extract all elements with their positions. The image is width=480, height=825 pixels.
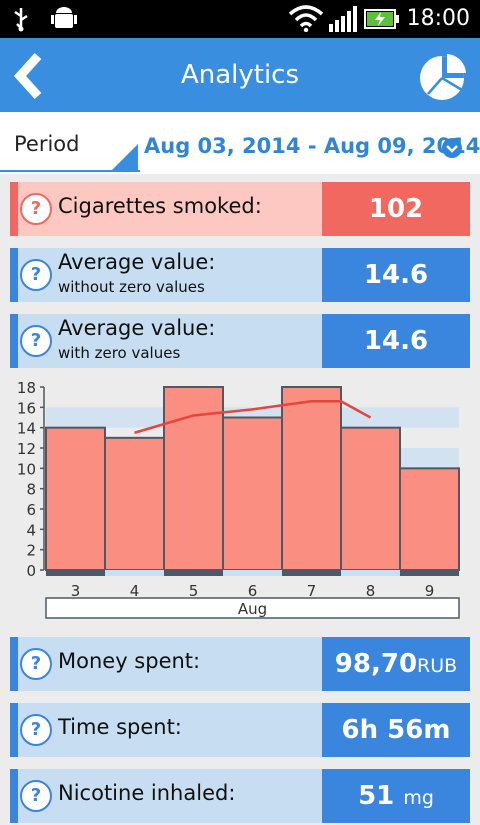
stat-cigarettes-smoked: ? Cigarettes smoked: 102 — [10, 182, 470, 236]
period-date-range[interactable]: Aug 03, 2014 - Aug 09, 2014 — [144, 134, 480, 158]
stat-sublabel: without zero values — [58, 278, 205, 296]
help-icon[interactable]: ? — [20, 648, 52, 680]
clock: 18:00 — [406, 6, 470, 31]
bar — [222, 416, 283, 571]
period-spinner-indicator[interactable] — [112, 144, 138, 170]
stat-accent — [10, 703, 18, 757]
signal-icon — [329, 6, 357, 32]
y-tick-label: 12 — [17, 440, 36, 458]
period-underline — [0, 170, 140, 172]
bar — [281, 386, 342, 571]
y-tick-label: 2 — [26, 542, 36, 560]
page-title: Analytics — [180, 60, 300, 90]
pie-chart-button[interactable] — [418, 50, 470, 102]
x-axis-strip — [105, 570, 164, 576]
usb-icon — [14, 8, 28, 32]
stat-accent — [10, 637, 18, 691]
cigarettes-bar-chart: 0246810121416183 4 5 6 7 8 9Aug — [17, 379, 460, 619]
stat-value-number: 98,70 — [334, 649, 418, 679]
y-tick-label: 8 — [26, 481, 36, 499]
stat-value-unit: mg — [403, 787, 434, 809]
help-icon[interactable]: ? — [20, 325, 52, 357]
app-bar: Analytics — [0, 38, 480, 112]
y-tick-label: 4 — [26, 521, 36, 539]
x-axis-strip — [282, 570, 341, 576]
stat-value: 98,70RUB — [322, 637, 470, 691]
stat-value: 14.6 — [322, 248, 470, 302]
stat-accent — [10, 314, 18, 368]
chevron-down-icon[interactable] — [442, 138, 462, 158]
y-tick-label: 18 — [17, 379, 36, 397]
x-axis-strip — [341, 570, 400, 576]
stat-label: Money spent: — [58, 649, 201, 673]
y-tick-label: 0 — [26, 562, 36, 580]
x-axis-strip — [46, 570, 105, 576]
bar — [399, 467, 460, 571]
period-row: Period Aug 03, 2014 - Aug 09, 2014 — [0, 112, 480, 174]
pie-chart-icon — [420, 54, 466, 100]
help-icon[interactable]: ? — [20, 193, 52, 225]
stat-accent — [10, 182, 18, 236]
y-tick-label: 16 — [17, 399, 36, 417]
android-debug-icon — [51, 7, 77, 28]
stat-accent — [10, 769, 18, 823]
stat-time-spent: ? Time spent: 6h 56m — [10, 703, 470, 757]
y-tick-label: 6 — [26, 501, 36, 519]
help-icon[interactable]: ? — [20, 259, 52, 291]
battery-charging-icon — [364, 9, 399, 29]
stat-label: Time spent: — [58, 715, 182, 739]
stat-value-number: 51 — [358, 781, 395, 811]
period-label: Period — [14, 132, 80, 156]
stat-average-without-zero: ? Average value: without zero values 14.… — [10, 248, 470, 302]
x-axis-label: Aug — [238, 600, 267, 618]
stat-value-unit: RUB — [417, 655, 458, 677]
stat-label: Nicotine inhaled: — [58, 781, 236, 805]
stat-label: Average value: — [58, 250, 216, 274]
help-icon[interactable]: ? — [20, 780, 52, 812]
stat-accent — [10, 248, 18, 302]
stat-average-with-zero: ? Average value: with zero values 14.6 — [10, 314, 470, 368]
stat-value: 102 — [322, 182, 470, 236]
stat-money-spent: ? Money spent: 98,70RUB — [10, 637, 470, 691]
y-tick-label: 14 — [17, 420, 36, 438]
x-axis-strip — [164, 570, 223, 576]
y-tick-label: 10 — [17, 460, 36, 478]
bar — [340, 426, 401, 571]
stat-value: 51 mg — [322, 769, 470, 823]
stat-value: 6h 56m — [322, 703, 470, 757]
x-axis-strip — [400, 570, 459, 576]
wifi-icon — [288, 5, 324, 32]
bar — [104, 436, 165, 572]
help-icon[interactable]: ? — [20, 714, 52, 746]
bar — [45, 426, 106, 571]
stat-label: Cigarettes smoked: — [58, 194, 262, 218]
stat-sublabel: with zero values — [58, 344, 181, 362]
status-bar: 18:00 — [0, 0, 480, 38]
stat-nicotine-inhaled: ? Nicotine inhaled: 51 mg — [10, 769, 470, 823]
x-axis-strip — [223, 570, 282, 576]
stat-value: 14.6 — [322, 314, 470, 368]
stat-label: Average value: — [58, 316, 216, 340]
